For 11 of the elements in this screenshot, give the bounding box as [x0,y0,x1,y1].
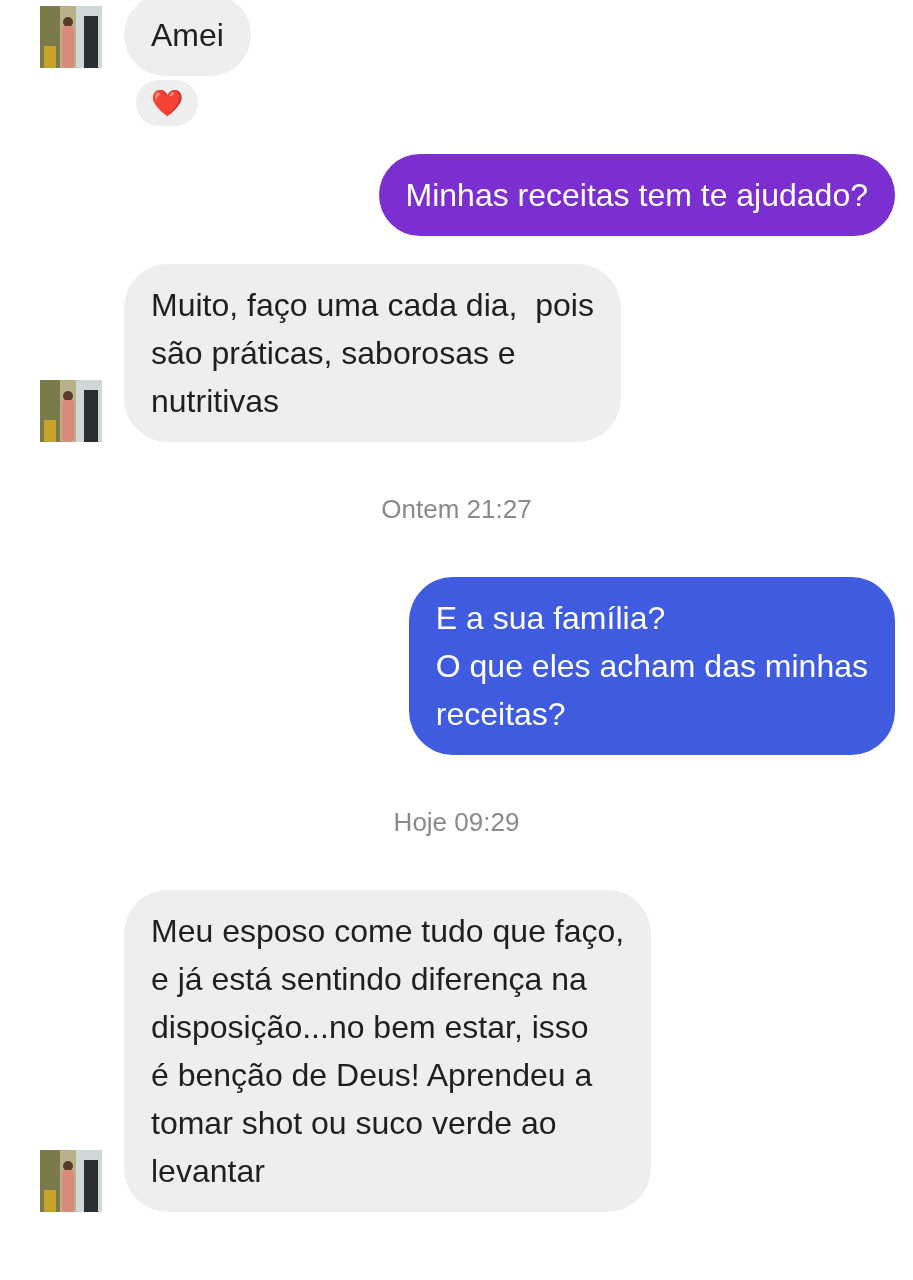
reaction[interactable]: ❤ [136,80,198,126]
sent-message: Minhas receitas tem te ajudado? [378,154,895,236]
received-message: Amei [124,0,251,76]
received-message: Meu esposo come tudo que faço, e já está sentindo diferença na disposição...no bem estar, isso é benção de Deus! Aprendeu a tomar shot ou suco verde ao levantar [124,890,652,1212]
received-message: Muito, faço uma cada dia, pois são práticas, saborosas e nutritivas [124,264,621,442]
sent-message: E a sua família? O que eles acham das minhas receitas? [408,577,895,755]
timestamp: Ontem 21:27 [381,494,532,525]
avatar[interactable] [40,6,102,68]
timestamp: Hoje 09:29 [393,807,520,838]
avatar[interactable] [40,1150,102,1212]
avatar[interactable] [40,380,102,442]
